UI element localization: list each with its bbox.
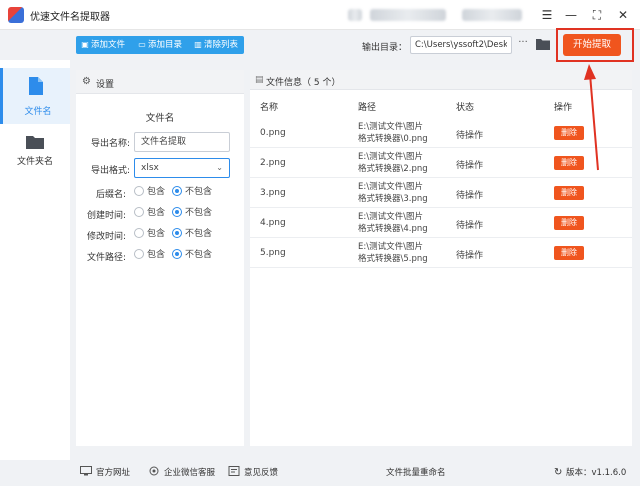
start-extract-button[interactable]: 开始提取 <box>563 34 621 56</box>
file-plus-icon: ▣ <box>81 40 89 49</box>
gear-icon: ⚙ <box>82 76 91 87</box>
output-dir-input[interactable] <box>410 36 512 54</box>
folder-icon <box>26 136 44 149</box>
nav-item-label: 文件夹名 <box>16 157 53 167</box>
table-row: 0.png E:\测试文件\图片 格式转换器\0.png 待操作 删除 <box>250 118 632 148</box>
user-info-blurred <box>462 9 522 21</box>
section-title: 文件名 <box>145 113 175 124</box>
file-status: 待操作 <box>456 131 484 141</box>
delete-button[interactable]: 删除 <box>554 186 584 200</box>
export-name-input[interactable]: 文件名提取 <box>134 132 230 152</box>
option-label: 文件路径: <box>86 253 126 263</box>
export-format-value: xlsx <box>141 163 159 173</box>
file-status: 待操作 <box>456 221 484 231</box>
nav-item-foldername[interactable]: 文件夹名 <box>0 128 70 184</box>
refresh-icon: ↻ <box>554 467 563 478</box>
radio-path-exclude[interactable]: 不包含 <box>172 249 212 261</box>
wechat-service-link[interactable]: 企业微信客服 <box>148 466 215 478</box>
headset-icon <box>149 466 159 476</box>
file-info-icon: ▤ <box>255 75 264 85</box>
add-file-button[interactable]: ▣ 添加文件 <box>81 36 125 54</box>
toolbar: ▣ 添加文件 ▭ 添加目录 ▥ 清除列表 <box>76 36 244 54</box>
nav-item-filename[interactable]: 文件名 <box>0 68 70 124</box>
file-name: 2.png <box>260 158 286 168</box>
option-label: 创建时间: <box>86 211 126 221</box>
open-folder-icon[interactable] <box>536 38 550 50</box>
chevron-down-icon: ⌄ <box>216 163 223 172</box>
feedback-link[interactable]: 意见反馈 <box>228 466 278 478</box>
file-icon <box>29 77 43 95</box>
option-label: 后缀名: <box>95 190 126 200</box>
table-row: 5.png E:\测试文件\图片 格式转换器\5.png 待操作 删除 <box>250 238 632 268</box>
app-title: 优速文件名提取器 <box>30 12 110 23</box>
maximize-icon[interactable]: ⛶ <box>588 6 606 24</box>
delete-button[interactable]: 删除 <box>554 216 584 230</box>
radio-suffix-exclude[interactable]: 不包含 <box>172 186 212 198</box>
file-name: 0.png <box>260 128 286 138</box>
radio-modified-include[interactable]: 包含 <box>134 228 165 240</box>
footer: 官方网址 企业微信客服 意见反馈 文件批量重命名 ↻ 版本：v1.1.6.0 <box>70 456 640 486</box>
menu-icon[interactable]: ☰ <box>538 6 556 24</box>
option-label: 修改时间: <box>86 232 126 242</box>
table-row: 3.png E:\测试文件\图片 格式转换器\3.png 待操作 删除 <box>250 178 632 208</box>
column-header-path: 路径 <box>358 103 377 113</box>
table-row: 2.png E:\测试文件\图片 格式转换器\2.png 待操作 删除 <box>250 148 632 178</box>
file-list-panel: ▤ 文件信息（ 5 个） 名称 路径 状态 操作 0.png E:\测试文件\图… <box>250 70 632 446</box>
minimize-icon[interactable]: — <box>562 6 580 24</box>
folder-plus-icon: ▭ <box>138 40 146 49</box>
radio-created-exclude[interactable]: 不包含 <box>172 207 212 219</box>
app-logo-icon <box>8 7 24 23</box>
radio-modified-exclude[interactable]: 不包含 <box>172 228 212 240</box>
close-icon[interactable]: ✕ <box>614 6 632 24</box>
title-bar: 优速文件名提取器 ☰ — ⛶ ✕ <box>0 0 640 30</box>
more-dots-icon[interactable]: ··· <box>516 37 530 51</box>
delete-button[interactable]: 删除 <box>554 246 584 260</box>
output-dir-label: 输出目录： <box>362 43 408 53</box>
radio-created-include[interactable]: 包含 <box>134 207 165 219</box>
nav-item-label: 文件名 <box>24 107 52 117</box>
export-name-label: 导出名称: <box>90 139 130 149</box>
user-name-blurred <box>370 9 446 21</box>
file-count-title: 文件信息（ 5 个） <box>266 78 341 88</box>
file-path: E:\测试文件\图片 格式转换器\2.png <box>358 152 428 174</box>
settings-header: ⚙ 设置 <box>76 70 244 94</box>
file-name: 4.png <box>260 218 286 228</box>
file-list-header: ▤ 文件信息（ 5 个） <box>250 70 632 90</box>
column-header-status: 状态 <box>456 103 475 113</box>
website-link[interactable]: 官方网址 <box>80 466 130 478</box>
avatar[interactable] <box>348 9 362 21</box>
delete-button[interactable]: 删除 <box>554 126 584 140</box>
file-name: 5.png <box>260 248 286 258</box>
radio-path-include[interactable]: 包含 <box>134 249 165 261</box>
delete-button[interactable]: 删除 <box>554 156 584 170</box>
file-status: 待操作 <box>456 161 484 171</box>
settings-title: 设置 <box>96 80 115 90</box>
column-header-name: 名称 <box>260 103 279 113</box>
trash-icon: ▥ <box>194 40 202 49</box>
left-nav: 文件名 文件夹名 <box>0 60 70 460</box>
column-header-action: 操作 <box>554 103 573 113</box>
file-status: 待操作 <box>456 251 484 261</box>
export-format-select[interactable]: xlsx ⌄ <box>134 158 230 178</box>
radio-suffix-include[interactable]: 包含 <box>134 186 165 198</box>
batch-rename-link[interactable]: 文件批量重命名 <box>386 466 446 478</box>
monitor-icon <box>80 466 92 476</box>
add-directory-button[interactable]: ▭ 添加目录 <box>138 36 182 54</box>
version-info: ↻ 版本：v1.1.6.0 <box>554 467 627 478</box>
export-format-label: 导出格式: <box>90 166 130 176</box>
file-path: E:\测试文件\图片 格式转换器\5.png <box>358 242 428 264</box>
feedback-icon <box>228 466 240 476</box>
file-path: E:\测试文件\图片 格式转换器\3.png <box>358 182 428 204</box>
table-row: 4.png E:\测试文件\图片 格式转换器\4.png 待操作 删除 <box>250 208 632 238</box>
settings-panel: ⚙ 设置 文件名 导出名称: 文件名提取 导出格式: xlsx ⌄ 后缀名: 包… <box>76 70 244 446</box>
file-path: E:\测试文件\图片 格式转换器\4.png <box>358 212 428 234</box>
file-path: E:\测试文件\图片 格式转换器\0.png <box>358 122 428 144</box>
file-name: 3.png <box>260 188 286 198</box>
file-status: 待操作 <box>456 191 484 201</box>
clear-list-button[interactable]: ▥ 清除列表 <box>194 36 238 54</box>
